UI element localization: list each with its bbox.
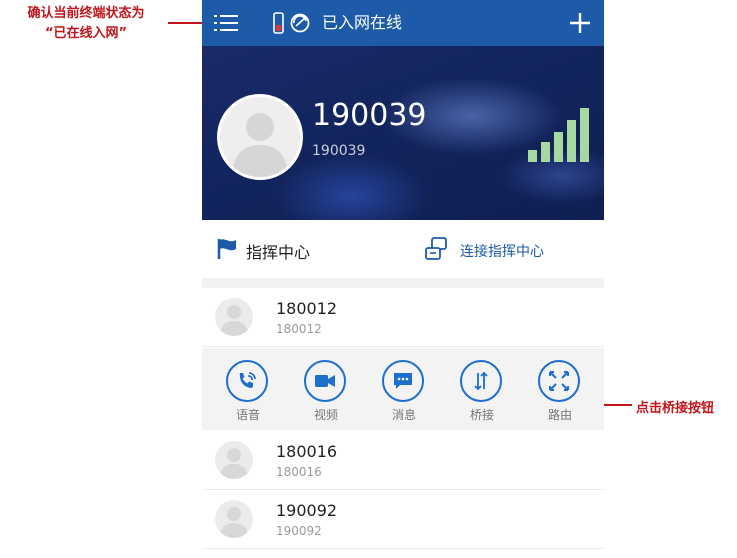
top-bar: 已入网在线 <box>202 0 604 46</box>
contact-name: 180012 <box>276 299 338 318</box>
annotation-bridge-note: 点击桥接按钮 <box>636 401 715 416</box>
voice-call-icon <box>239 372 256 388</box>
contact-name: 180016 <box>276 442 338 461</box>
phone-screen: 已入网在线 190039 190039 指挥中心 连接指挥中心 180012 1… <box>202 0 604 558</box>
connect-icon[interactable] <box>424 236 448 262</box>
contact-number: 180016 <box>276 465 322 479</box>
user-silhouette-icon <box>220 305 248 336</box>
route-button[interactable]: 路由 <box>530 348 590 430</box>
contact-list: 180012 180012 语音 视频 消息 桥接 路由 180016 1800… <box>202 288 604 558</box>
route-icon <box>549 371 569 391</box>
route-button-circle <box>538 360 580 402</box>
message-button[interactable]: 消息 <box>374 348 434 430</box>
message-button-circle <box>382 360 424 402</box>
command-center-row: 指挥中心 连接指挥中心 <box>202 220 604 278</box>
user-silhouette-icon <box>220 507 248 538</box>
avatar <box>215 298 253 336</box>
annotation-status-line1: 确认当前终端状态为 <box>27 6 145 21</box>
list-item[interactable]: 180016 180016 <box>202 431 604 490</box>
bridge-button-circle <box>460 360 502 402</box>
avatar <box>215 500 253 538</box>
flag-icon <box>216 237 238 261</box>
phone-icon <box>273 12 310 34</box>
status-text: 已入网在线 <box>322 13 403 32</box>
voice-button-circle <box>226 360 268 402</box>
signal-bars-icon <box>526 106 596 162</box>
contact-number: 180012 <box>276 322 322 336</box>
video-icon <box>315 375 335 387</box>
list-item[interactable]: 180012 180012 <box>202 288 604 347</box>
message-icon <box>394 373 412 389</box>
command-center-label: 指挥中心 <box>246 243 311 262</box>
contact-name: 190092 <box>276 501 338 520</box>
voice-button[interactable]: 语音 <box>218 348 278 430</box>
video-button-circle <box>304 360 346 402</box>
avatar[interactable] <box>217 94 303 180</box>
annotation-status-line2: “已在线入网” <box>44 26 128 41</box>
profile-banner: 190039 190039 <box>202 46 604 220</box>
bridge-icon <box>474 371 488 391</box>
user-silhouette-icon <box>220 448 248 479</box>
voice-label: 语音 <box>235 408 260 422</box>
user-number: 190039 <box>312 143 366 159</box>
annotation-status-note: 确认当前终端状态为 “已在线入网” <box>6 4 166 44</box>
bridge-button[interactable]: 桥接 <box>452 348 512 430</box>
contact-number: 190092 <box>276 524 322 538</box>
user-silhouette-icon <box>232 113 288 177</box>
bridge-label: 桥接 <box>469 408 494 422</box>
menu-icon[interactable] <box>214 13 238 33</box>
user-name: 190039 <box>312 98 427 133</box>
video-label: 视频 <box>313 408 338 422</box>
avatar <box>215 441 253 479</box>
video-button[interactable]: 视频 <box>296 348 356 430</box>
route-label: 路由 <box>547 408 572 422</box>
plus-icon[interactable] <box>568 11 592 35</box>
contact-action-bar: 语音 视频 消息 桥接 路由 <box>202 348 604 430</box>
status-icons <box>272 12 320 34</box>
connect-command-center-link[interactable]: 连接指挥中心 <box>460 241 544 261</box>
list-item[interactable]: 190092 190092 <box>202 490 604 549</box>
message-label: 消息 <box>391 408 416 422</box>
